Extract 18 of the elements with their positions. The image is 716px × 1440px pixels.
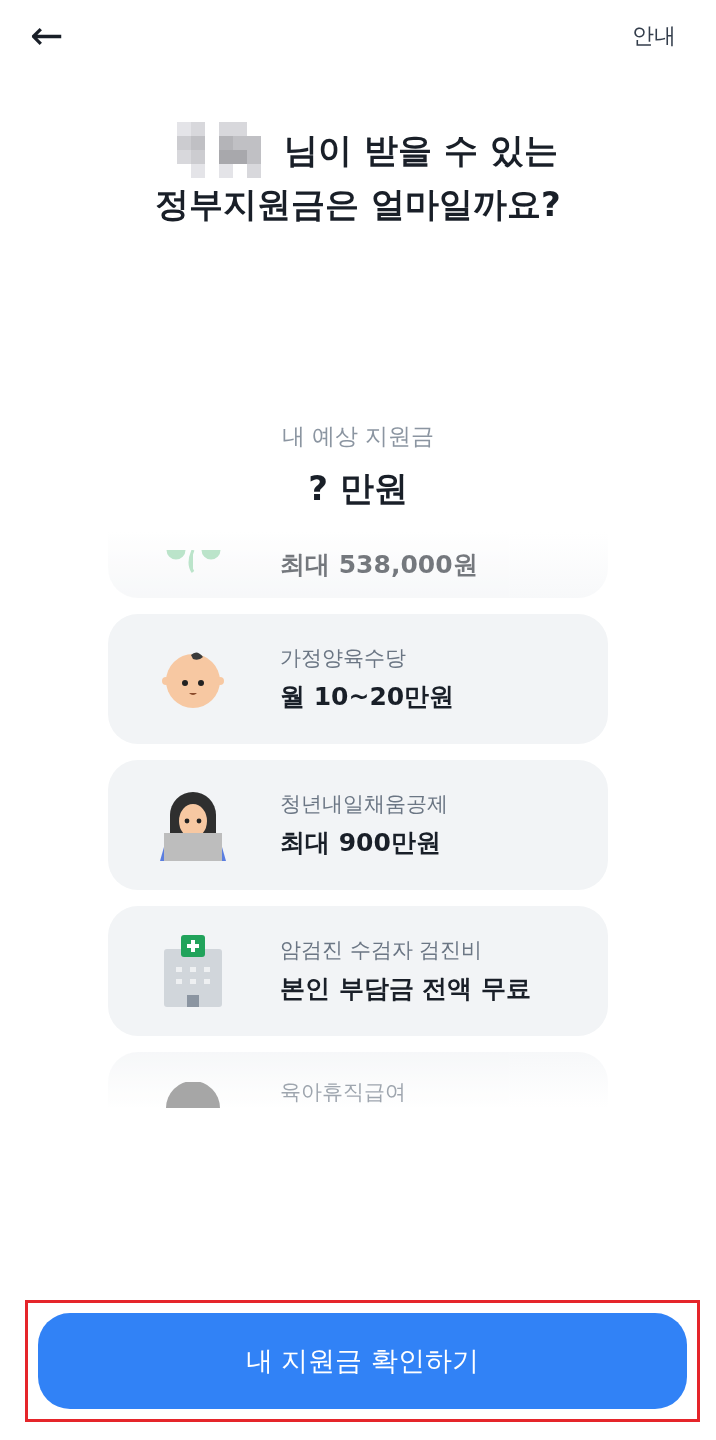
check-button[interactable]: 내 지원금 확인하기 bbox=[38, 1313, 687, 1409]
title-text: 님이 받을 수 있는 bbox=[284, 128, 558, 172]
benefit-amount: 월 10~20만원 bbox=[280, 681, 455, 714]
estimate-amount: ? 만원 bbox=[307, 467, 409, 511]
back-button[interactable]: ← bbox=[30, 15, 64, 55]
benefit-name: 청년내일채움공제 bbox=[280, 790, 448, 818]
benefit-name: 육아휴직급여 bbox=[280, 1078, 406, 1106]
info-link[interactable]: 안내 bbox=[632, 18, 676, 52]
benefit-amount: 최대 900만원 bbox=[280, 827, 442, 860]
title-text: 정부지원금은 얼마일까요? bbox=[154, 183, 562, 226]
person-laptop-icon bbox=[158, 789, 228, 862]
person-icon bbox=[166, 1082, 220, 1109]
benefit-name: 암검진 수검자 검진비 bbox=[280, 936, 484, 964]
hospital-icon bbox=[162, 935, 224, 1008]
benefit-amount: 최대 538,000원 bbox=[280, 549, 478, 582]
benefit-name: 가정양육수당 bbox=[280, 644, 407, 672]
estimate-label: 내 예상 지원금 bbox=[280, 421, 436, 451]
benefit-amount: 본인 부담금 전액 무료 bbox=[280, 973, 532, 1006]
